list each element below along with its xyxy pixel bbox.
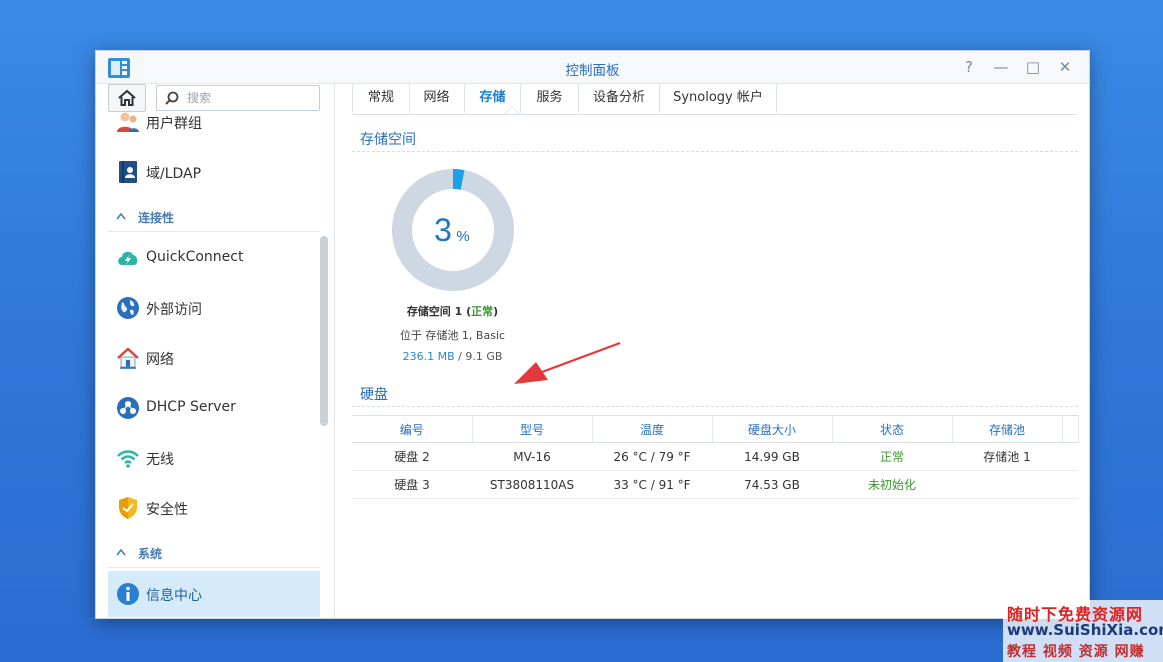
chevron-up-icon [116, 212, 126, 220]
sidebar-item-security[interactable]: 安全性 [108, 485, 320, 531]
volume-total: 9.1 GB [465, 350, 503, 363]
column-header[interactable]: 编号 [352, 415, 473, 443]
disk-model: MV-16 [472, 442, 592, 471]
volume-location: 位于 存储池 1, Basic [399, 329, 506, 342]
row-spacer [1062, 470, 1078, 499]
tab-network[interactable]: 网络 [409, 84, 465, 113]
help-button[interactable]: ? [958, 57, 980, 77]
column-header[interactable]: 温度 [592, 415, 713, 443]
sidebar-item-label: DHCP Server [146, 399, 236, 415]
volume-name-text: 存储空间 1 [406, 305, 463, 318]
column-header[interactable]: 型号 [472, 415, 593, 443]
window-title: 控制面板 [565, 63, 620, 79]
sidebar-item-label: 信息中心 [146, 588, 202, 604]
volume-usage-donut: 3 % [392, 169, 514, 291]
chevron-up-icon [116, 548, 126, 556]
disk-size: 14.99 GB [712, 442, 832, 471]
dhcp-icon [117, 397, 139, 419]
sidebar-item-network[interactable]: 网络 [108, 335, 320, 381]
section-system[interactable]: 系统 [108, 539, 320, 568]
section-label: 系统 [138, 547, 163, 561]
sidebar-item-label: 无线 [146, 452, 174, 468]
disk-temperature: 33 °C / 91 °F [592, 470, 712, 499]
sidebar-item-wireless[interactable]: 无线 [108, 435, 320, 481]
disk-status: 正常 [832, 442, 952, 471]
column-header[interactable]: 状态 [832, 415, 953, 443]
disk-id: 硬盘 2 [352, 442, 472, 471]
network-house-icon [117, 347, 139, 369]
tab-device-analytics[interactable]: 设备分析 [579, 84, 660, 113]
sidebar-nav: 用户群组 域/LDAP 连接性 QuickConnect 外部访问 网络 DHC… [96, 112, 334, 618]
tab-services[interactable]: 服务 [521, 84, 579, 113]
disk-table: 编号 型号 温度 硬盘大小 状态 存储池 硬盘 2 MV-16 26 °C / … [352, 415, 1079, 499]
sidebar: 用户群组 域/LDAP 连接性 [96, 84, 335, 618]
shield-icon [119, 497, 137, 519]
table-header-row: 编号 型号 温度 硬盘大小 状态 存储池 [352, 415, 1079, 443]
donut-percent-value: 3 [434, 212, 452, 248]
donut-percent-sign: % [456, 228, 469, 245]
sidebar-item-user-group[interactable]: 用户群组 [108, 99, 320, 145]
disk-pool: 存储池 1 [952, 442, 1062, 471]
divider [352, 406, 1078, 407]
watermark-line: 教程 视频 资源 网赚 [1007, 644, 1145, 660]
sidebar-item-dhcp-server[interactable]: DHCP Server [108, 385, 320, 431]
disk-status: 未初始化 [832, 470, 952, 499]
sidebar-item-label: 网络 [146, 352, 174, 368]
sidebar-item-label: QuickConnect [146, 249, 244, 265]
disk-size: 74.53 GB [712, 470, 832, 499]
info-icon [117, 583, 139, 605]
tab-synology-account[interactable]: Synology 帐户 [660, 84, 777, 113]
disks-section-title: 硬盘 [360, 387, 388, 403]
main-panel: 常规 网络 存储 服务 设备分析 Synology 帐户 存储空间 3 % 存储… [336, 84, 1089, 618]
column-header[interactable]: 存储池 [952, 415, 1063, 443]
user-group-icon [117, 112, 139, 132]
annotation-arrow-icon [514, 342, 621, 384]
ldap-icon [119, 161, 137, 183]
donut-track [392, 169, 514, 291]
sidebar-item-label: 用户群组 [146, 116, 202, 132]
section-label: 连接性 [138, 211, 175, 225]
sidebar-item-info-center[interactable]: 信息中心 [108, 571, 320, 617]
column-header[interactable]: 硬盘大小 [712, 415, 833, 443]
disk-temperature: 26 °C / 79 °F [592, 442, 712, 471]
sidebar-item-label: 安全性 [146, 502, 188, 518]
storage-section-title: 存储空间 [360, 132, 416, 148]
divider [352, 151, 1078, 152]
disk-model: ST3808110AS [472, 470, 592, 499]
disk-id: 硬盘 3 [352, 470, 472, 499]
sidebar-item-label: 外部访问 [146, 302, 202, 318]
disk-pool [952, 470, 1062, 499]
sidebar-item-label: 域/LDAP [146, 166, 202, 182]
sidebar-item-external-access[interactable]: 外部访问 [108, 285, 320, 331]
row-spacer [1062, 442, 1078, 471]
table-row[interactable]: 硬盘 2 MV-16 26 °C / 79 °F 14.99 GB 正常 存储池… [352, 442, 1078, 471]
sidebar-item-quickconnect[interactable]: QuickConnect [108, 235, 320, 281]
watermark-url: www.SuiShiXia.com [1007, 621, 1163, 639]
tab-bar: 常规 网络 存储 服务 设备分析 Synology 帐户 [352, 84, 1077, 115]
quickconnect-icon [118, 251, 138, 265]
volume-name: 存储空间 1 (正常) [406, 305, 499, 318]
volume-used: 236.1 MB [402, 350, 455, 363]
close-button[interactable]: ✕ [1054, 57, 1076, 77]
wireless-icon [117, 450, 139, 468]
section-connectivity[interactable]: 连接性 [108, 203, 320, 232]
external-access-icon [117, 297, 139, 319]
maximize-button[interactable]: □ [1022, 57, 1044, 77]
tab-general[interactable]: 常规 [352, 84, 410, 113]
column-header-spacer [1062, 415, 1079, 443]
sidebar-item-ldap[interactable]: 域/LDAP [108, 149, 320, 195]
table-row[interactable]: 硬盘 3 ST3808110AS 33 °C / 91 °F 74.53 GB … [352, 470, 1078, 499]
sidebar-scrollbar[interactable] [320, 236, 328, 426]
volume-status: 正常 [471, 305, 494, 318]
control-panel-window: 控制面板 ? — □ ✕ 搜索 用户群组 域/LDAP 连接性 QuickCon… [95, 50, 1090, 619]
title-bar[interactable]: 控制面板 ? — □ ✕ [96, 51, 1089, 84]
active-tab-pointer-fill [505, 107, 519, 114]
minimize-button[interactable]: — [990, 57, 1012, 77]
volume-usage-separator: / [454, 350, 466, 363]
site-watermark: 随时下免费资源网 www.SuiShiXia.com 教程 视频 资源 网赚 [1003, 600, 1163, 662]
